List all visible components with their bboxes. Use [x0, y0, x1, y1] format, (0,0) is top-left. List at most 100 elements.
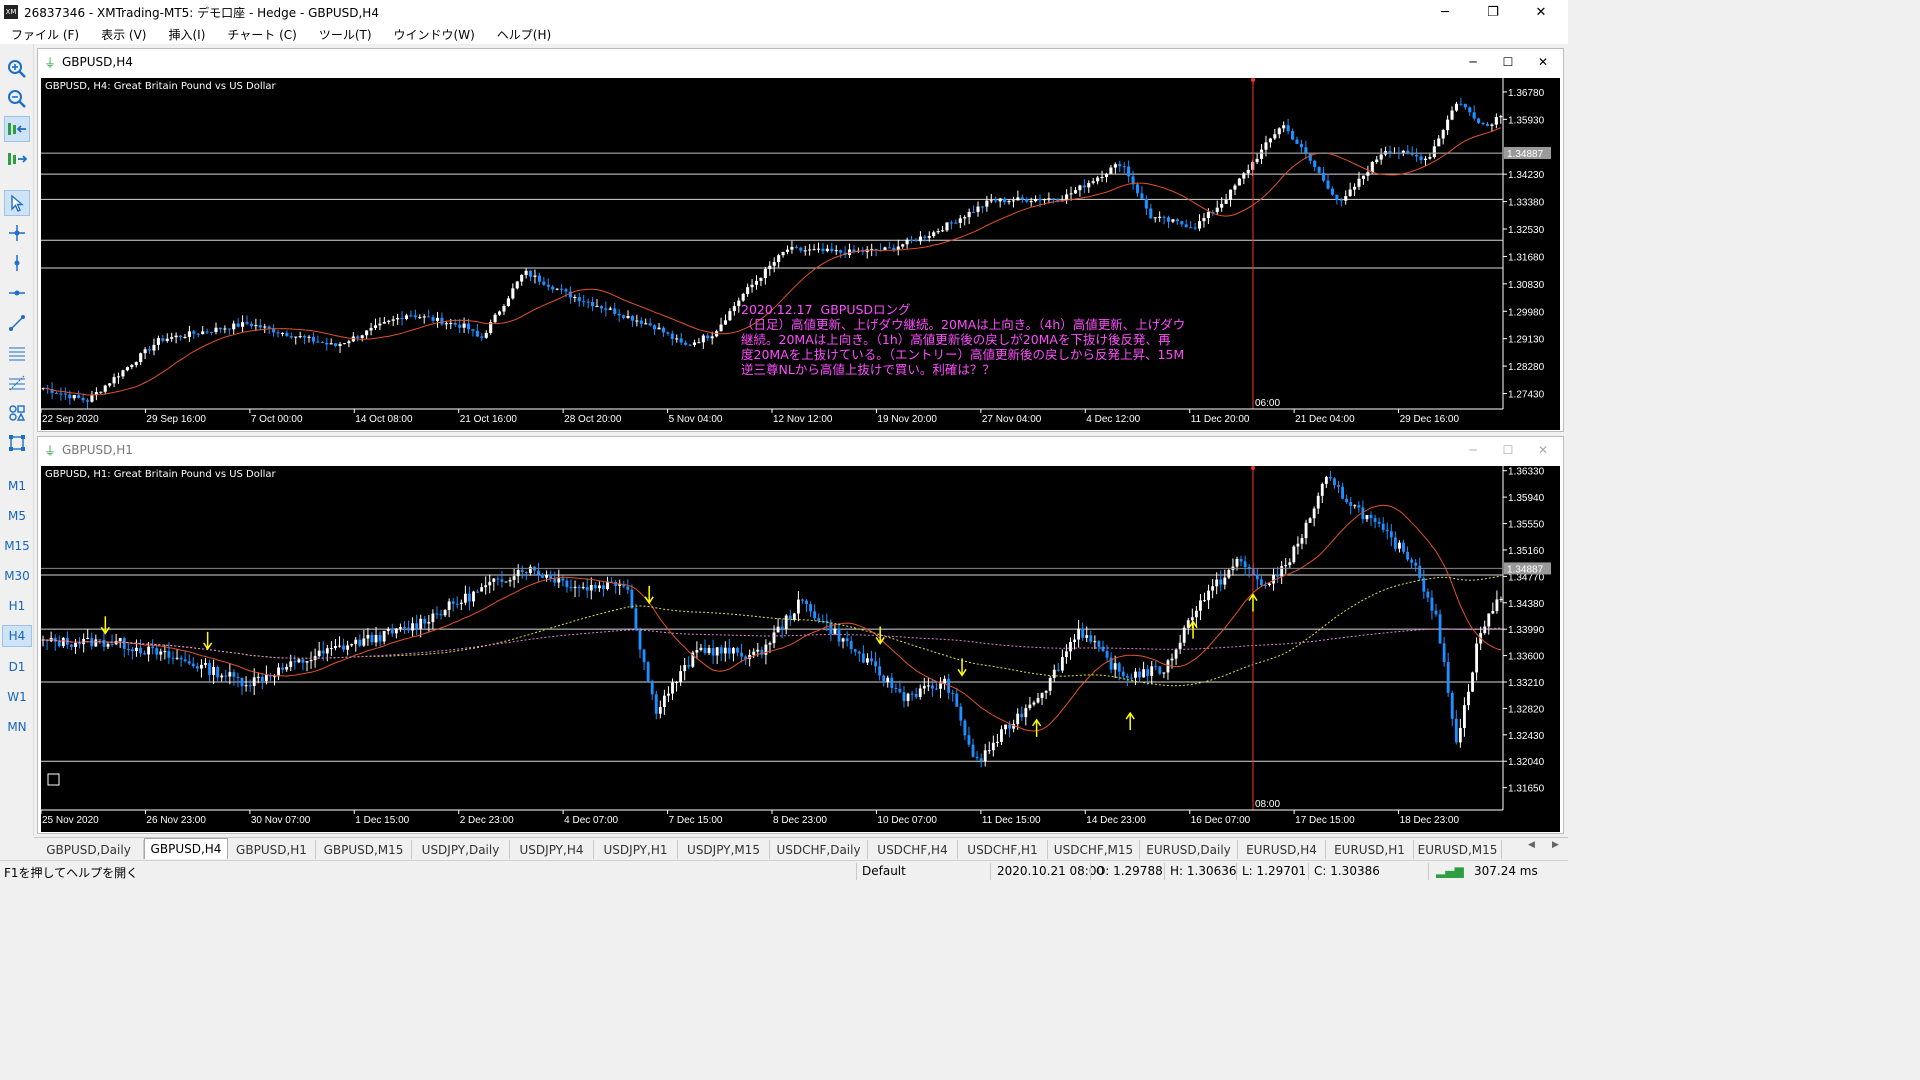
candle — [159, 648, 163, 661]
candle — [258, 318, 262, 331]
candle — [116, 372, 121, 384]
candle — [187, 654, 191, 665]
chart-tab[interactable]: EURUSD,M15 — [1414, 840, 1502, 859]
chart-tab[interactable]: USDJPY,M15 — [678, 840, 770, 859]
candle — [1357, 501, 1361, 513]
menu-view[interactable]: 表示 (V) — [90, 26, 157, 43]
restore-icon[interactable]: ❐ — [1470, 0, 1516, 24]
chart-tab[interactable]: EURUSD,Daily — [1140, 840, 1238, 859]
chart-tab[interactable]: USDJPY,H1 — [594, 840, 678, 859]
chart-tab[interactable]: USDJPY,H4 — [510, 840, 594, 859]
maximize-icon[interactable]: ☐ — [1491, 437, 1525, 463]
menu-chart[interactable]: チャート (C) — [216, 26, 307, 43]
candle — [201, 326, 205, 335]
chart-tab[interactable]: GBPUSD,M15 — [316, 840, 412, 859]
tab-scroll-right-icon[interactable]: ▶ — [1552, 840, 1559, 850]
chart-scroll-icon[interactable] — [4, 116, 30, 142]
candle — [971, 738, 975, 758]
candle — [285, 330, 289, 337]
candle — [1197, 214, 1202, 232]
timeframe-h1[interactable]: H1 — [2, 595, 32, 617]
candle — [378, 631, 382, 647]
timeframe-mn[interactable]: MN — [2, 716, 32, 738]
fibonacci-icon[interactable] — [4, 370, 30, 396]
menu-file[interactable]: ファイル (F) — [0, 26, 90, 43]
candle — [746, 283, 750, 297]
crosshair-icon[interactable] — [4, 220, 30, 246]
candle — [143, 650, 146, 655]
price-chart-h4[interactable]: 1.36780 1.35930 1.34230 1.33380 1.32530 1.316… — [41, 78, 1560, 430]
menu-tools[interactable]: ツール(T) — [308, 26, 383, 43]
horizontal-line-icon[interactable] — [4, 280, 30, 306]
minimize-icon[interactable]: ─ — [1456, 437, 1490, 463]
candle — [1373, 514, 1377, 529]
timeframe-m15[interactable]: M15 — [2, 535, 32, 557]
candle — [216, 665, 220, 682]
candle — [1441, 128, 1445, 145]
candle — [980, 206, 984, 213]
minimize-icon[interactable]: ─ — [1456, 49, 1490, 75]
timeframe-m5[interactable]: M5 — [2, 505, 32, 527]
chart-tab[interactable]: USDJPY,Daily — [412, 840, 510, 859]
chart-tab[interactable]: USDCHF,H1 — [958, 840, 1048, 859]
price-label: 1.33210 — [1508, 678, 1545, 689]
status-help-text: F1を押してヘルプを開く — [4, 866, 139, 880]
close-icon[interactable]: ✕ — [1518, 0, 1564, 24]
close-icon[interactable]: ✕ — [1526, 49, 1560, 75]
candle — [1162, 672, 1166, 679]
candle — [670, 330, 674, 346]
chart-tab[interactable]: GBPUSD,Daily — [34, 840, 144, 859]
chart-tab[interactable]: USDCHF,Daily — [770, 840, 868, 859]
candle — [307, 335, 311, 343]
timeframe-d1[interactable]: D1 — [2, 656, 32, 678]
chart-shift-icon[interactable] — [4, 146, 30, 172]
maximize-icon[interactable]: ☐ — [1491, 49, 1525, 75]
candle — [979, 753, 983, 768]
cursor-icon[interactable] — [4, 190, 30, 216]
candle — [750, 279, 754, 293]
price-label: 1.32820 — [1508, 704, 1545, 715]
close-icon[interactable]: ✕ — [1526, 437, 1560, 463]
timeframe-w1[interactable]: W1 — [2, 686, 32, 708]
price-chart-h1[interactable]: 1.36330 1.35940 1.35550 1.35160 1.34770 1.343… — [41, 466, 1560, 832]
minimize-icon[interactable]: ─ — [1422, 0, 1468, 24]
zoom-in-icon[interactable] — [4, 56, 30, 82]
timeframe-m30[interactable]: M30 — [2, 565, 32, 587]
chart-tab[interactable]: USDCHF,M15 — [1048, 840, 1140, 859]
candle — [1118, 160, 1122, 173]
zoom-out-icon[interactable] — [4, 86, 30, 112]
candle — [1171, 218, 1175, 224]
menu-help[interactable]: ヘルプ(H) — [486, 26, 562, 43]
candle — [1047, 192, 1051, 204]
object-list-icon[interactable] — [4, 430, 30, 456]
candle — [1353, 183, 1357, 196]
candle — [1475, 637, 1479, 681]
candle — [1322, 167, 1326, 183]
candle — [586, 298, 590, 309]
chart-tab[interactable]: EURUSD,H4 — [1238, 840, 1326, 859]
menu-insert[interactable]: 挿入(I) — [157, 26, 216, 43]
channel-icon[interactable] — [4, 340, 30, 366]
vertical-line-icon[interactable] — [4, 250, 30, 276]
time-label: 5 Nov 04:00 — [669, 414, 723, 425]
candle — [1432, 139, 1436, 159]
chart-canvas-h4[interactable]: 1.36780 1.35930 1.34230 1.33380 1.32530 1.316… — [41, 78, 1560, 430]
timeframe-h4[interactable]: H4 — [2, 625, 32, 647]
chart-tab[interactable]: USDCHF,H4 — [868, 840, 958, 859]
candle — [1471, 671, 1474, 693]
chart-canvas-h1[interactable]: 1.363301.359401.355501.351601.347701.343… — [41, 466, 1560, 832]
shapes-icon[interactable] — [4, 400, 30, 426]
chart-tab[interactable]: EURUSD,H1 — [1326, 840, 1414, 859]
candle — [1203, 592, 1206, 603]
tab-scroll-left-icon[interactable]: ◀ — [1528, 840, 1535, 850]
chart-tab[interactable]: GBPUSD,H4 — [144, 838, 228, 859]
timeframe-m1[interactable]: M1 — [2, 475, 32, 497]
candle — [577, 584, 581, 597]
candle — [1304, 140, 1308, 160]
chart-tab[interactable]: GBPUSD,H1 — [228, 840, 316, 859]
candle — [967, 208, 971, 225]
trendline-icon[interactable] — [4, 310, 30, 336]
candle — [1280, 561, 1284, 584]
candle — [1150, 661, 1154, 684]
menu-window[interactable]: ウインドウ(W) — [383, 26, 486, 43]
